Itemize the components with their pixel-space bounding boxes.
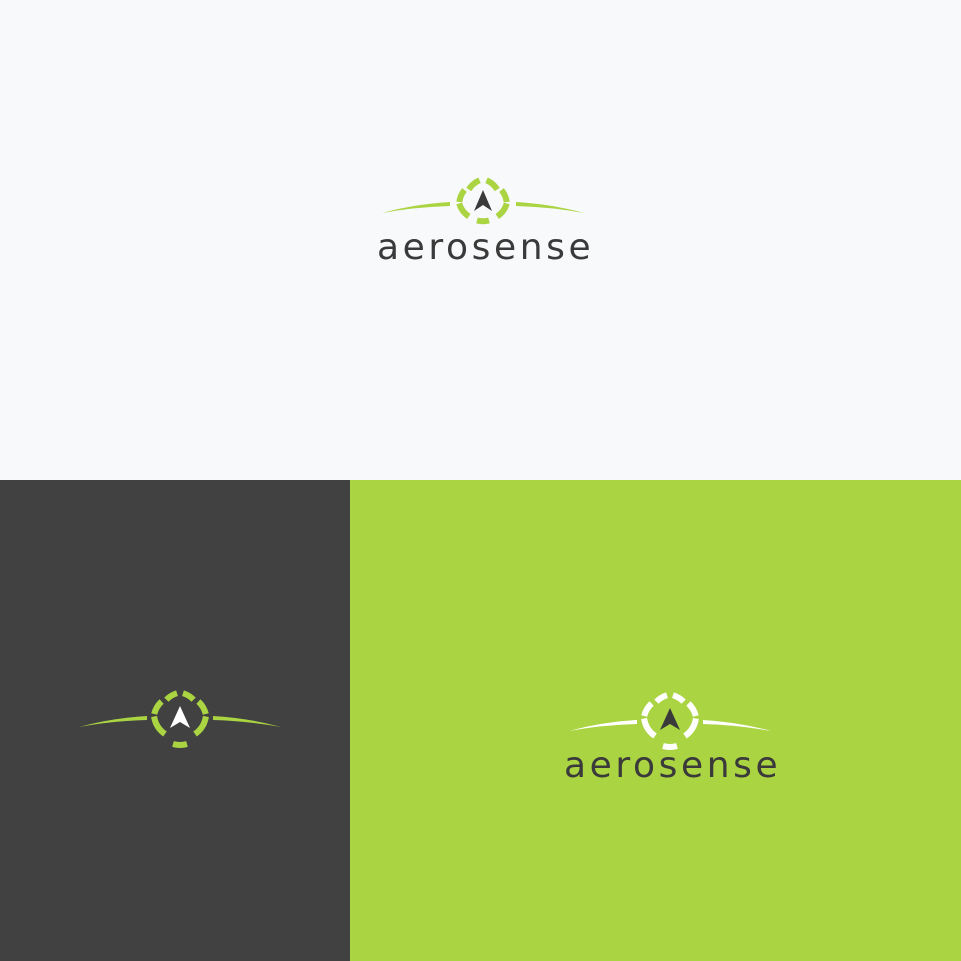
brand-wordmark: aerosense xyxy=(564,745,782,786)
aerosense-emblem-icon xyxy=(382,177,584,225)
light-background-panel: aerosense xyxy=(0,0,961,480)
left-wing-icon xyxy=(382,202,450,213)
aerosense-emblem-icon xyxy=(569,692,771,750)
navigation-arrow-icon xyxy=(660,708,680,730)
navigation-arrow-icon xyxy=(170,706,190,728)
right-wing-icon xyxy=(703,720,771,731)
aerosense-emblem-icon xyxy=(79,690,281,748)
right-wing-icon xyxy=(213,716,281,727)
navigation-arrow-icon xyxy=(474,190,492,211)
left-wing-icon xyxy=(79,716,147,727)
logo-presentation-board: aerosense aerosense xyxy=(0,0,961,961)
right-wing-icon xyxy=(516,202,584,213)
brand-wordmark: aerosense xyxy=(377,227,595,268)
left-wing-icon xyxy=(569,720,637,731)
